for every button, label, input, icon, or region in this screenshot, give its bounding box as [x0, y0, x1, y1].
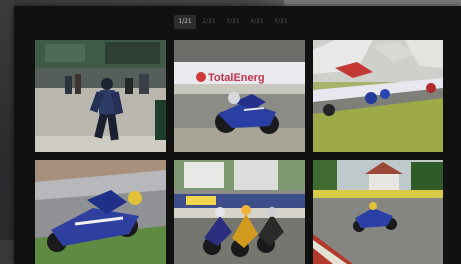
- tab-page-5[interactable]: 5/21: [270, 15, 292, 29]
- photo-thumbnail-house-straight[interactable]: [313, 160, 443, 264]
- sponsor-logo: [196, 72, 206, 82]
- photo-thumbnail-blue-rider[interactable]: [35, 160, 166, 264]
- sponsor-banner-text: TotalEnerg: [208, 72, 265, 84]
- house-straight-image: [313, 160, 443, 264]
- gallery-pager: 1/21 2/21 3/21 4/21 5/21: [174, 15, 292, 29]
- photo-thumbnail-totalenergies-corner[interactable]: TotalEnerg: [174, 40, 305, 152]
- blue-rider-image: [35, 160, 166, 264]
- backdrop-left: [0, 0, 14, 264]
- photo-thumbnail-pit-lane[interactable]: [35, 40, 166, 152]
- pit-lane-image: [35, 40, 166, 152]
- corner-image: [174, 40, 305, 152]
- tab-page-2[interactable]: 2/21: [198, 15, 220, 29]
- photo-thumbnail-pack-braking[interactable]: [174, 160, 305, 264]
- backdrop-bottom: [0, 240, 14, 264]
- tab-page-1[interactable]: 1/21: [174, 15, 196, 29]
- pack-braking-image: [174, 160, 305, 264]
- tab-page-4[interactable]: 4/21: [246, 15, 268, 29]
- photo-thumbnail-track-pack[interactable]: [313, 40, 443, 152]
- track-pack-image: [313, 40, 443, 152]
- tab-page-3[interactable]: 3/21: [222, 15, 244, 29]
